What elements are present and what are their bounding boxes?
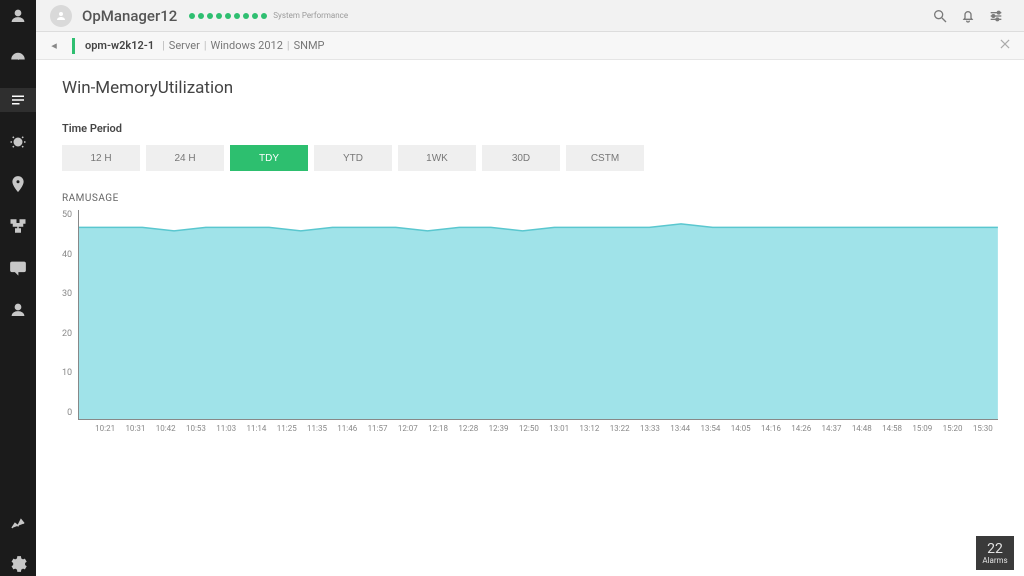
x-tick: 14:58 <box>877 424 907 433</box>
time-period-label: Time Period <box>62 122 998 135</box>
period-1wk[interactable]: 1WK <box>398 145 476 171</box>
x-tick: 12:18 <box>423 424 453 433</box>
x-tick: 10:53 <box>181 424 211 433</box>
back-button[interactable]: ◂ <box>46 39 62 52</box>
time-period-row: 12 H 24 H TDY YTD 1WK 30D CSTM <box>62 145 998 171</box>
sidebar <box>0 0 36 576</box>
x-tick: 13:54 <box>695 424 725 433</box>
x-tick: 14:37 <box>816 424 846 433</box>
x-tick: 15:20 <box>937 424 967 433</box>
x-tick: 12:39 <box>483 424 513 433</box>
x-tick: 12:28 <box>453 424 483 433</box>
avatar[interactable] <box>50 5 72 27</box>
page-title: Win-MemoryUtilization <box>62 78 998 98</box>
breadcrumb: ◂ opm-w2k12-1 | Server | Windows 2012 | … <box>36 32 1024 60</box>
filter-icon[interactable] <box>982 2 1010 30</box>
chart-plot <box>78 210 998 420</box>
x-tick: 12:50 <box>514 424 544 433</box>
brand-title: OpManager12 <box>82 7 177 25</box>
period-cstm[interactable]: CSTM <box>566 145 644 171</box>
x-tick: 13:12 <box>574 424 604 433</box>
x-tick: 11:57 <box>362 424 392 433</box>
nav-avatar-icon[interactable] <box>0 4 36 28</box>
period-ytd[interactable]: YTD <box>314 145 392 171</box>
period-12h[interactable]: 12 H <box>62 145 140 171</box>
alarms-label: Alarms <box>982 556 1007 565</box>
period-tdy[interactable]: TDY <box>230 145 308 171</box>
x-tick: 14:26 <box>786 424 816 433</box>
x-tick: 15:09 <box>907 424 937 433</box>
nav-user-icon[interactable] <box>0 298 36 322</box>
alarms-count: 22 <box>987 542 1003 556</box>
x-tick: 10:42 <box>151 424 181 433</box>
x-tick: 13:44 <box>665 424 695 433</box>
x-tick: 13:22 <box>605 424 635 433</box>
nav-dashboard-icon[interactable] <box>0 46 36 70</box>
y-tick: 0 <box>67 408 72 418</box>
chart-title: RAMUSAGE <box>62 193 998 204</box>
y-axis: 50 40 30 20 10 0 <box>62 210 78 420</box>
breadcrumb-tag: SNMP <box>294 39 325 52</box>
x-tick: 11:25 <box>272 424 302 433</box>
breadcrumb-tag: Windows 2012 <box>211 39 283 52</box>
x-tick: 15:30 <box>968 424 998 433</box>
perf-dots <box>189 13 267 19</box>
perf-label: System Performance <box>273 11 348 20</box>
x-tick: 13:01 <box>544 424 574 433</box>
y-tick: 20 <box>62 329 72 339</box>
x-tick: 13:33 <box>635 424 665 433</box>
x-tick: 14:16 <box>756 424 786 433</box>
accent-line <box>72 38 75 54</box>
x-tick: 10:21 <box>90 424 120 433</box>
topbar: OpManager12 System Performance <box>36 0 1024 32</box>
x-tick: 11:14 <box>241 424 271 433</box>
nav-settings-icon[interactable] <box>0 552 36 576</box>
bell-icon[interactable] <box>954 2 982 30</box>
x-tick: 11:35 <box>302 424 332 433</box>
alarms-badge[interactable]: 22 Alarms <box>976 536 1014 570</box>
breadcrumb-host[interactable]: opm-w2k12-1 <box>85 39 154 52</box>
x-axis: 10:2110:3110:4210:5311:0311:1411:2511:35… <box>90 424 998 433</box>
content: Win-MemoryUtilization Time Period 12 H 2… <box>36 60 1024 576</box>
period-30d[interactable]: 30D <box>482 145 560 171</box>
x-tick: 11:46 <box>332 424 362 433</box>
y-tick: 10 <box>62 368 72 378</box>
x-tick: 11:03 <box>211 424 241 433</box>
breadcrumb-tag: Server <box>169 39 200 52</box>
nav-list-icon[interactable] <box>0 88 36 112</box>
search-icon[interactable] <box>926 2 954 30</box>
y-tick: 30 <box>62 289 72 299</box>
close-icon[interactable] <box>998 37 1012 54</box>
period-24h[interactable]: 24 H <box>146 145 224 171</box>
y-tick: 50 <box>62 210 72 220</box>
x-tick: 10:31 <box>120 424 150 433</box>
x-tick: 14:48 <box>847 424 877 433</box>
chart: 50 40 30 20 10 0 <box>62 210 998 420</box>
nav-reports-icon[interactable] <box>0 510 36 534</box>
x-tick: 12:07 <box>393 424 423 433</box>
x-tick: 14:05 <box>726 424 756 433</box>
nav-alerts-icon[interactable] <box>0 130 36 154</box>
nav-network-icon[interactable] <box>0 214 36 238</box>
nav-location-icon[interactable] <box>0 172 36 196</box>
y-tick: 40 <box>62 250 72 260</box>
nav-chat-icon[interactable] <box>0 256 36 280</box>
